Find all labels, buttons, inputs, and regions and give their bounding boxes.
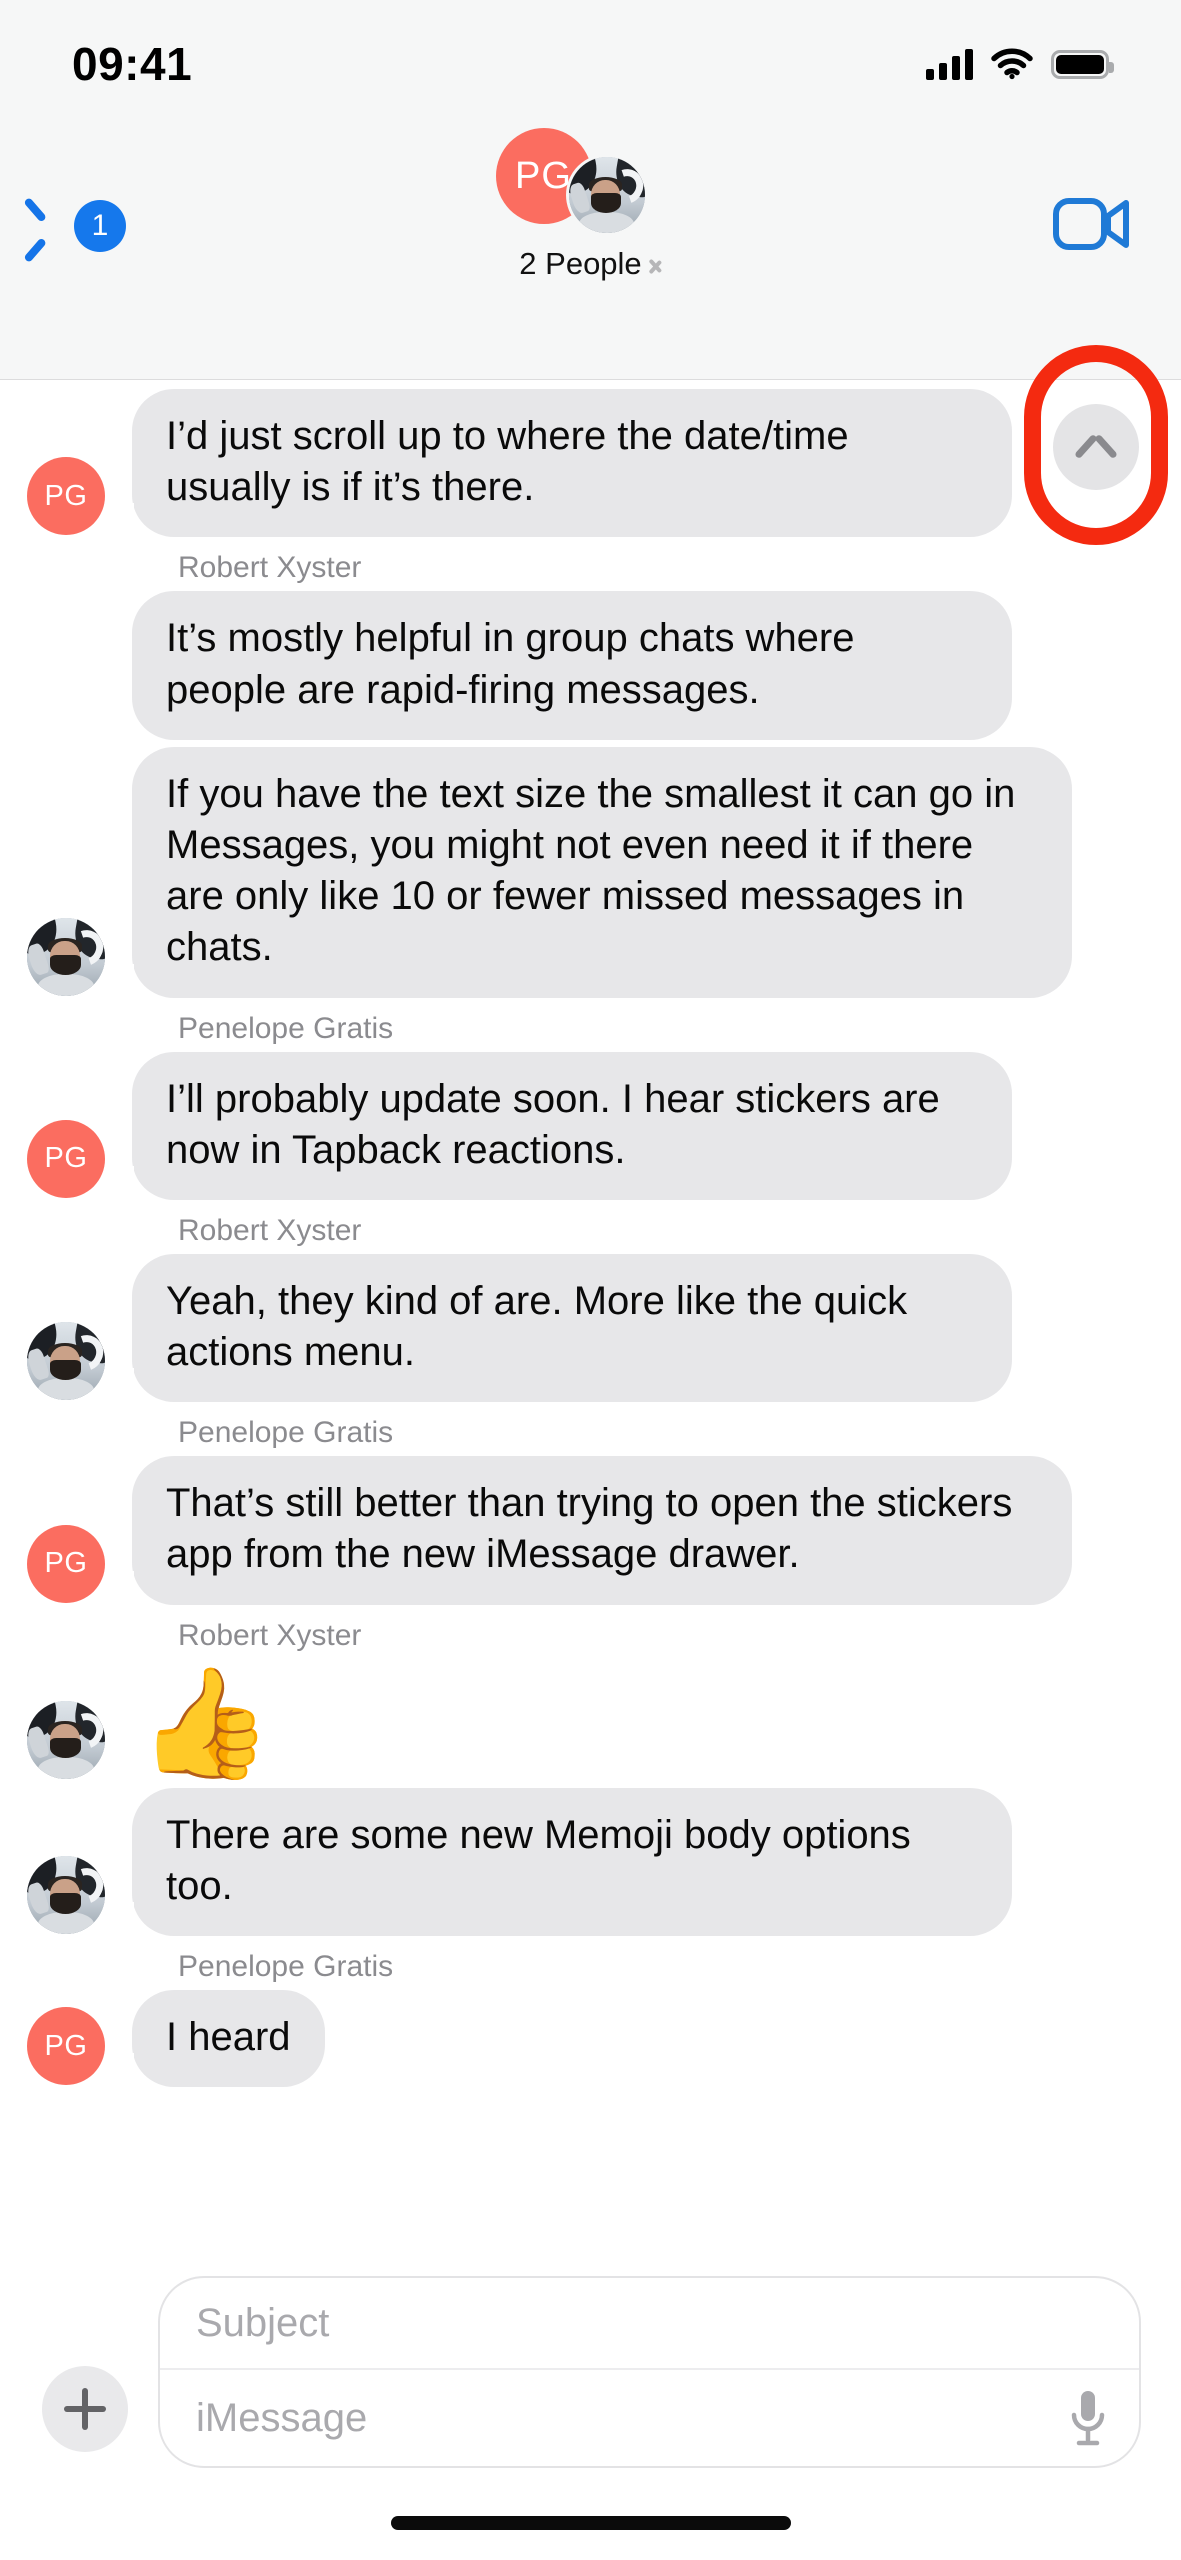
subject-field-row[interactable]: Subject	[160, 2278, 1139, 2370]
messages-app-screen: 09:41 1 PG 2 People PG I’d just scroll u…	[0, 0, 1181, 2560]
avatar[interactable]	[27, 1700, 105, 1779]
chevron-up-icon	[1074, 434, 1118, 460]
avatar-slot	[0, 660, 132, 740]
compose-field-container: Subject iMessage	[158, 2276, 1141, 2468]
message-bubble[interactable]: I’ll probably update soon. I hear sticke…	[108, 1051, 1012, 1201]
participants-label: 2 People	[519, 246, 642, 281]
message-bubble[interactable]: That’s still better than trying to open …	[108, 1456, 1072, 1606]
message-field-row[interactable]: iMessage	[160, 2370, 1139, 2466]
subject-input[interactable]: Subject	[196, 2301, 1103, 2346]
conversation-header[interactable]: PG 2 People	[0, 128, 1181, 282]
message-bubble[interactable]: If you have the text size the smallest i…	[108, 746, 1072, 998]
sender-label: Penelope Gratis	[178, 1950, 394, 1983]
battery-icon	[1051, 49, 1114, 79]
status-bar: 09:41	[0, 0, 1181, 110]
sender-label: Penelope Gratis	[178, 1416, 394, 1450]
message-bubble[interactable]: I heard	[108, 1990, 325, 2088]
sender-label: Robert Xyster	[178, 1618, 362, 1652]
conversation-nav-bar: 1 PG 2 People	[0, 110, 1181, 380]
participants-button[interactable]: 2 People	[519, 246, 661, 282]
message-row: Yeah, they kind of are. More like the qu…	[0, 1253, 1181, 1403]
home-indicator	[390, 2516, 791, 2530]
message-row: PG I’d just scroll up to where the date/…	[0, 389, 1181, 538]
message-row: There are some new Memoji body options t…	[0, 1787, 1181, 1937]
avatar-placeholder	[27, 660, 105, 738]
scroll-to-top-button[interactable]	[1053, 404, 1139, 490]
status-bar-time: 09:41	[72, 38, 193, 90]
video-camera-icon[interactable]	[1053, 196, 1131, 252]
message-row: 👍	[0, 1659, 1181, 1781]
wifi-icon	[991, 48, 1033, 80]
sender-label: Robert Xyster	[178, 1213, 362, 1247]
message-row: PG That’s still better than trying to op…	[0, 1456, 1181, 1606]
avatar[interactable]: PG	[27, 1524, 105, 1603]
message-bubble[interactable]: I’d just scroll up to where the date/tim…	[108, 389, 1012, 538]
avatar[interactable]: PG	[27, 1119, 105, 1198]
avatar-photo-robert	[565, 154, 648, 236]
message-bubble[interactable]: There are some new Memoji body options t…	[108, 1787, 1012, 1937]
message-bubble[interactable]: It’s mostly helpful in group chats where…	[132, 591, 1012, 740]
imessage-input[interactable]: iMessage	[196, 2396, 1067, 2441]
message-input-bar: Subject iMessage	[0, 2260, 1181, 2560]
sender-label: Penelope Gratis	[178, 1011, 394, 1045]
avatar[interactable]: PG	[27, 2007, 105, 2086]
avatar[interactable]	[27, 1856, 105, 1934]
message-row: If you have the text size the smallest i…	[0, 746, 1181, 998]
plus-icon[interactable]	[42, 2366, 128, 2452]
message-row: PG I heard	[0, 1990, 1181, 2088]
avatar[interactable]: PG	[27, 457, 105, 536]
message-bubble[interactable]: Yeah, they kind of are. More like the qu…	[108, 1253, 1012, 1403]
chevron-right-icon	[650, 253, 662, 275]
avatar-slot	[0, 1700, 132, 1781]
status-bar-indicators	[926, 48, 1114, 80]
sender-label: Robert Xyster	[178, 551, 362, 585]
avatar[interactable]	[27, 1322, 105, 1401]
emoji-message[interactable]: 👍	[132, 1659, 272, 1781]
signal-bars-icon	[926, 48, 973, 80]
microphone-icon[interactable]	[1067, 2388, 1109, 2448]
message-row: It’s mostly helpful in group chats where…	[0, 591, 1181, 740]
avatar[interactable]	[27, 917, 105, 996]
message-thread[interactable]: PG I’d just scroll up to where the date/…	[0, 381, 1181, 2261]
participant-avatars: PG	[495, 128, 686, 238]
message-row: PG I’ll probably update soon. I hear sti…	[0, 1051, 1181, 1201]
